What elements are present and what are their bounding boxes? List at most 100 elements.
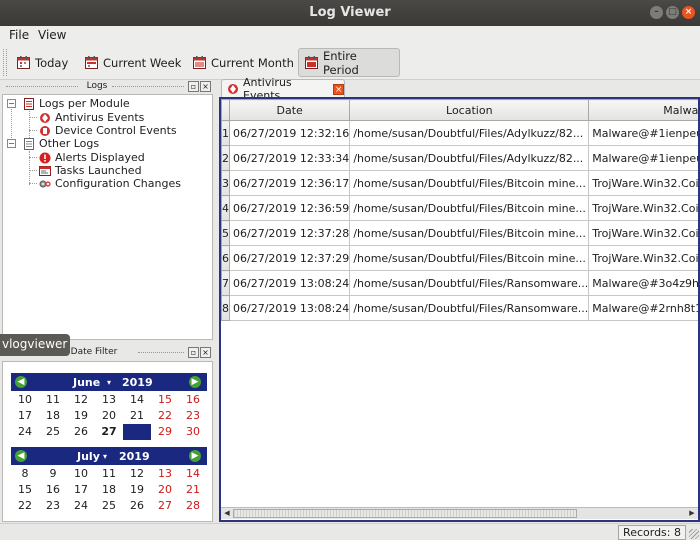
malware-name-cell[interactable]: Malware@#3o4z9hhlvr [588,270,698,296]
column-header-location[interactable]: Location [349,99,590,121]
row-number[interactable]: 4 [221,195,230,221]
location-cell[interactable]: /home/susan/Doubtful/Files/Bitcoin mine.… [349,220,590,246]
location-cell[interactable]: /home/susan/Doubtful/Files/Bitcoin mine.… [349,195,590,221]
calendar-day[interactable]: 21 [123,408,151,424]
location-cell[interactable]: /home/susan/Doubtful/Files/Bitcoin mine.… [349,245,590,271]
calendar-day[interactable]: 11 [95,466,123,482]
maximize-button[interactable]: □ [666,6,679,19]
close-panel-icon[interactable]: × [200,347,211,358]
calendar-day[interactable]: 13 [95,392,123,408]
row-number-header[interactable] [221,99,230,121]
scroll-left-arrow-icon[interactable]: ◀ [221,508,233,519]
calendar-day[interactable]: 28 [123,424,151,440]
date-cell[interactable]: 06/27/2019 12:33:34 [228,145,351,171]
calendar-day[interactable]: 25 [39,424,67,440]
calendar-day[interactable]: 12 [67,392,95,408]
calendar-day[interactable]: 16 [39,482,67,498]
date-cell[interactable]: 06/27/2019 12:36:59 [228,195,351,221]
prev-month-arrow-icon[interactable]: ◀ [15,450,27,462]
tree-item-other-logs[interactable]: Other Logs [23,137,99,150]
calendar-day[interactable]: 14 [123,392,151,408]
menu-view[interactable]: View [38,28,66,42]
calendar-day[interactable]: 29 [151,424,179,440]
row-number[interactable]: 3 [221,170,230,196]
current-month-button[interactable]: Current Month [186,48,301,77]
malware-name-cell[interactable]: TrojWare.Win32.CoinMi [588,170,698,196]
calendar-day[interactable]: 15 [11,482,39,498]
calendar-year[interactable]: 2019 [119,450,150,463]
calendar-year[interactable]: 2019 [122,376,153,389]
float-panel-icon[interactable]: ▫ [188,81,199,92]
calendar-day[interactable]: 30 [179,424,207,440]
calendar-day[interactable]: 19 [67,408,95,424]
calendar-day[interactable]: 27 [95,424,123,440]
location-cell[interactable]: /home/susan/Doubtful/Files/Ransomware... [349,295,590,321]
malware-name-cell[interactable]: TrojWare.Win32.CoinMi [588,245,698,271]
calendar-day[interactable]: 26 [67,424,95,440]
malware-name-cell[interactable]: Malware@#1ienpeuxrw [588,145,698,171]
today-button[interactable]: Today [10,48,75,77]
location-cell[interactable]: /home/susan/Doubtful/Files/Ransomware... [349,270,590,296]
table-row[interactable]: 3 06/27/2019 12:36:17/home/susan/Doubtful… [221,170,698,196]
table-row[interactable]: 6 06/27/2019 12:37:29/home/susan/Doubtful… [221,245,698,271]
calendar-day[interactable]: 24 [11,424,39,440]
close-tab-icon[interactable]: × [333,83,344,95]
table-row[interactable]: 7 06/27/2019 13:08:24/home/susan/Doubtful… [221,270,698,296]
date-cell[interactable]: 06/27/2019 13:08:24 [228,295,351,321]
calendar-day[interactable]: 11 [39,392,67,408]
scroll-right-arrow-icon[interactable]: ▶ [686,508,698,519]
tree-item-device-control-events[interactable]: Device Control Events [39,124,177,137]
current-week-button[interactable]: Current Week [78,48,188,77]
row-number[interactable]: 7 [221,270,230,296]
tree-item-tasks-launched[interactable]: Tasks Launched [39,164,142,177]
calendar-day[interactable]: 25 [95,498,123,514]
calendar-day[interactable]: 22 [151,408,179,424]
calendar-day[interactable]: 27 [151,498,179,514]
calendar-day[interactable]: 13 [151,466,179,482]
calendar-day[interactable]: 9 [39,466,67,482]
row-number[interactable]: 6 [221,245,230,271]
table-row[interactable]: 4 06/27/2019 12:36:59/home/susan/Doubtful… [221,195,698,221]
calendar-day[interactable]: 20 [95,408,123,424]
table-row[interactable]: 2 06/27/2019 12:33:34/home/susan/Doubtful… [221,145,698,171]
entire-period-button[interactable]: Entire Period [298,48,400,77]
row-number[interactable]: 5 [221,220,230,246]
location-cell[interactable]: /home/susan/Doubtful/Files/Adylkuzz/82..… [349,120,590,146]
tree-item-alerts-displayed[interactable]: Alerts Displayed [39,151,145,164]
date-cell[interactable]: 06/27/2019 12:36:17 [228,170,351,196]
tree-item-logs-per-module[interactable]: Logs per Module [23,97,130,110]
date-cell[interactable]: 06/27/2019 13:08:24 [228,270,351,296]
malware-name-cell[interactable]: TrojWare.Win32.CoinMi [588,220,698,246]
close-panel-icon[interactable]: × [200,81,211,92]
scrollbar-thumb[interactable] [233,509,577,518]
panel-grip[interactable] [112,86,184,88]
calendar-day[interactable]: 8 [11,466,39,482]
calendar-day[interactable]: 18 [95,482,123,498]
resize-grip[interactable] [689,529,699,539]
calendar-day[interactable]: 21 [179,482,207,498]
row-number[interactable]: 2 [221,145,230,171]
row-number[interactable]: 8 [221,295,230,321]
date-cell[interactable]: 06/27/2019 12:32:16 [228,120,351,146]
calendar-day[interactable]: 23 [179,408,207,424]
calendar-day[interactable]: 12 [123,466,151,482]
column-header-malware[interactable]: Malware N [588,99,698,121]
panel-grip[interactable] [138,352,184,354]
toolbar-grip[interactable] [3,49,7,76]
float-panel-icon[interactable]: ▫ [188,347,199,358]
date-cell[interactable]: 06/27/2019 12:37:28 [228,220,351,246]
next-month-arrow-icon[interactable]: ▶ [189,450,201,462]
date-cell[interactable]: 06/27/2019 12:37:29 [228,245,351,271]
prev-month-arrow-icon[interactable]: ◀ [15,376,27,388]
location-cell[interactable]: /home/susan/Doubtful/Files/Bitcoin mine.… [349,170,590,196]
menu-file[interactable]: File [9,28,29,42]
calendar-day[interactable]: 20 [151,482,179,498]
malware-name-cell[interactable]: TrojWare.Win32.CoinMi [588,195,698,221]
close-button[interactable]: × [682,6,695,19]
calendar-day[interactable]: 16 [179,392,207,408]
calendar-day[interactable]: 17 [67,482,95,498]
calendar-day[interactable]: 17 [11,408,39,424]
calendar-day[interactable]: 19 [123,482,151,498]
calendar-day[interactable]: 22 [11,498,39,514]
calendar-day[interactable]: 26 [123,498,151,514]
